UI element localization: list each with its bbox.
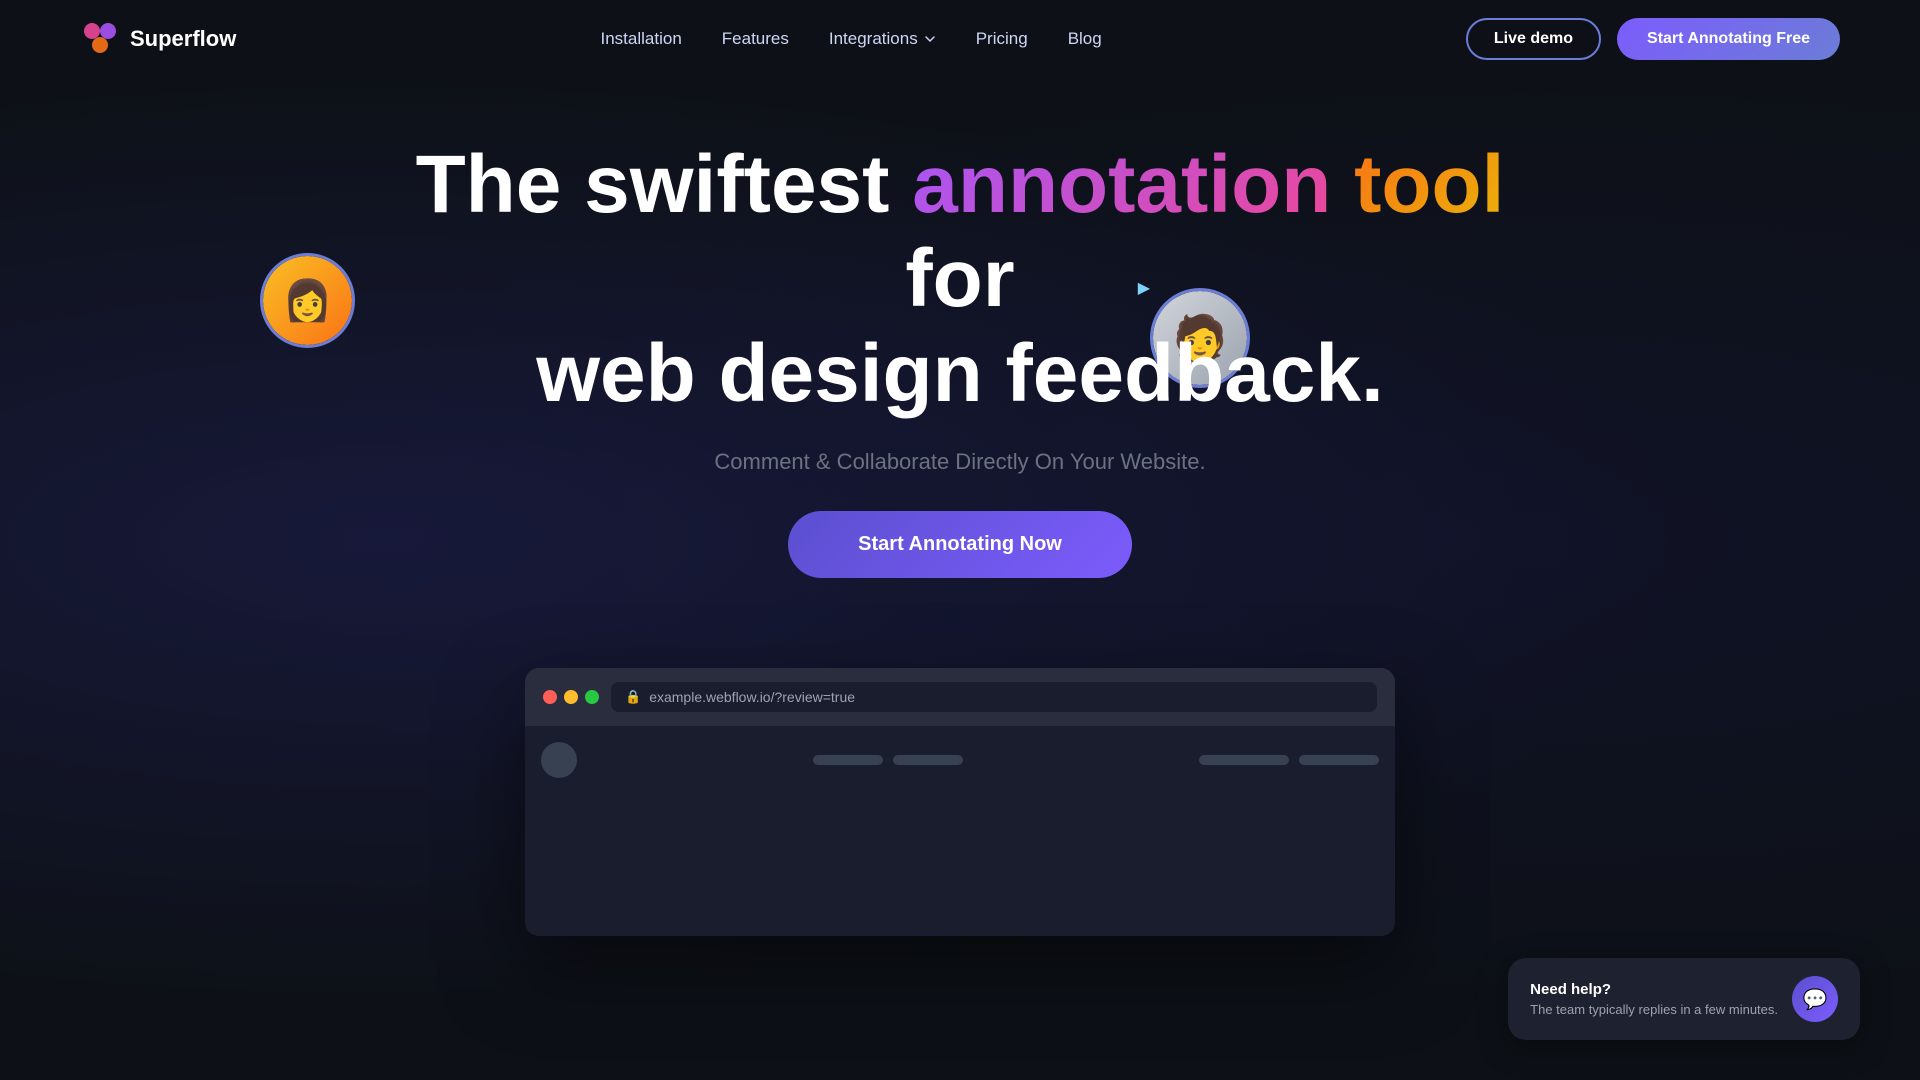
chat-icon: 💬 [1803, 987, 1828, 1012]
nav-item-pricing[interactable]: Pricing [976, 29, 1028, 49]
hero-section: ▶ ▶ 👩 🧑 The swiftest annotation tool for… [0, 78, 1920, 618]
placeholder-bar [1199, 755, 1289, 765]
chat-widget[interactable]: Need help? The team typically replies in… [1508, 958, 1860, 1040]
placeholder-bar [1299, 755, 1379, 765]
navbar: Superflow Installation Features Integrat… [0, 0, 1920, 78]
avatar-left: 👩 [260, 253, 355, 348]
lock-icon: 🔒 [625, 689, 641, 705]
hero-title: The swiftest annotation tool for web des… [410, 138, 1510, 421]
chat-text-content: Need help? The team typically replies in… [1530, 981, 1778, 1017]
logo-text: Superflow [130, 26, 236, 52]
nav-item-integrations[interactable]: Integrations [829, 29, 936, 49]
nav-links: Installation Features Integrations Prici… [601, 29, 1102, 49]
browser-mockup-wrapper: 🔒 example.webflow.io/?review=true [0, 668, 1920, 936]
live-demo-button[interactable]: Live demo [1466, 18, 1601, 60]
chevron-down-icon [924, 33, 936, 45]
browser-mockup: 🔒 example.webflow.io/?review=true [525, 668, 1395, 936]
browser-nav-links-placeholder [813, 755, 963, 765]
placeholder-bar [893, 755, 963, 765]
browser-url-bar[interactable]: 🔒 example.webflow.io/?review=true [611, 682, 1377, 712]
browser-maximize-dot [585, 690, 599, 704]
start-annotating-now-button[interactable]: Start Annotating Now [788, 511, 1132, 578]
nav-item-features[interactable]: Features [722, 29, 789, 49]
browser-nav-actions-placeholder [1199, 755, 1379, 765]
browser-minimize-dot [564, 690, 578, 704]
nav-item-installation[interactable]: Installation [601, 29, 682, 49]
browser-avatar-placeholder [541, 742, 577, 778]
logo[interactable]: Superflow [80, 19, 236, 59]
nav-item-blog[interactable]: Blog [1068, 29, 1102, 49]
chat-open-button[interactable]: 💬 [1792, 976, 1838, 1022]
url-text: example.webflow.io/?review=true [649, 689, 855, 705]
hero-subtitle: Comment & Collaborate Directly On Your W… [714, 449, 1205, 475]
start-annotating-free-button[interactable]: Start Annotating Free [1617, 18, 1840, 60]
logo-icon [80, 19, 120, 59]
nav-cta: Live demo Start Annotating Free [1466, 18, 1840, 60]
browser-toolbar: 🔒 example.webflow.io/?review=true [525, 668, 1395, 726]
chat-subtitle: The team typically replies in a few minu… [1530, 1002, 1778, 1017]
browser-close-dot [543, 690, 557, 704]
placeholder-bar [813, 755, 883, 765]
browser-inner-nav [541, 742, 1379, 778]
browser-content [525, 726, 1395, 936]
chat-title: Need help? [1530, 981, 1778, 998]
browser-window-controls [543, 690, 599, 704]
